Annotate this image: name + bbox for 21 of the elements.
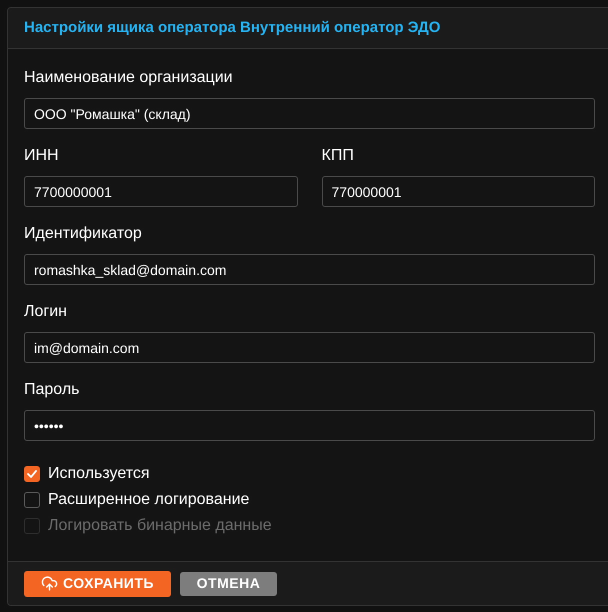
checkbox-label: Логировать бинарные данные	[48, 516, 272, 536]
cancel-button[interactable]: ОТМЕНА	[180, 572, 277, 596]
text-field[interactable]: ООО "Ромашка" (склад)	[24, 98, 595, 129]
field-label: Наименование организации	[24, 68, 234, 88]
field-label: КПП	[322, 146, 355, 166]
text-field[interactable]: im@domain.com	[24, 332, 595, 363]
text-field[interactable]: 770000001	[322, 176, 595, 207]
field-label: Пароль	[24, 380, 81, 400]
checkbox-label: Используется	[48, 464, 150, 484]
text-field[interactable]: 7700000001	[24, 176, 298, 207]
checkbox[interactable]	[24, 466, 40, 482]
field-label: Идентификатор	[24, 224, 143, 244]
checkmark-icon	[27, 470, 37, 478]
cloud-upload-icon	[41, 575, 58, 592]
text-field[interactable]: ••••••	[24, 410, 595, 441]
checkbox[interactable]	[24, 492, 40, 508]
panel-title: Настройки ящика оператора Внутренний оператор ЭДО	[24, 18, 440, 38]
field-label: Логин	[24, 302, 68, 322]
text-field[interactable]: romashka_sklad@domain.com	[24, 254, 595, 285]
field-label: ИНН	[24, 146, 60, 166]
checkbox-label: Расширенное логирование	[48, 490, 250, 510]
